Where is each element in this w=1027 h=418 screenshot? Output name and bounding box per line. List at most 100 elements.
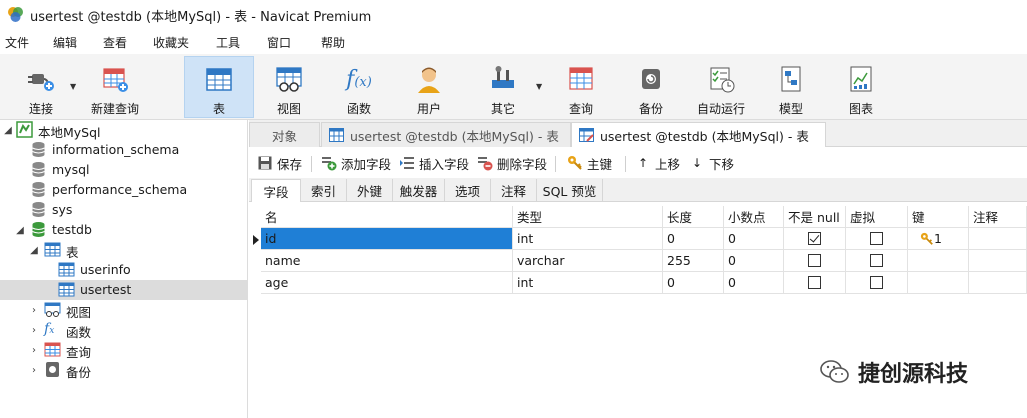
move-down-button[interactable]: ↓ 下移 [689,154,734,172]
menu-favorites[interactable]: 收藏夹 [153,34,189,51]
field-length-cell[interactable]: 0 [663,228,724,250]
virtual-checkbox[interactable] [870,254,883,267]
expand-icon[interactable]: › [28,325,40,336]
field-name-cell[interactable]: name [261,250,513,272]
menu-tools[interactable]: 工具 [216,34,240,51]
column-header-comment[interactable]: 注释 [969,206,1027,228]
field-type-cell[interactable]: int [513,272,663,294]
collapse-icon[interactable]: ◢ [14,225,26,236]
tree-table-usertest[interactable]: usertest [0,280,247,300]
tree-db-sys[interactable]: sys [0,200,247,220]
tree-db-mysql[interactable]: mysql [0,160,247,180]
tab-usertest-1[interactable]: usertest @testdb (本地MySql) - 表 [321,122,571,147]
menu-edit[interactable]: 编辑 [53,34,77,51]
connect-button[interactable]: 连接 [12,56,70,118]
not-null-cell[interactable] [784,272,846,294]
tab-foreign-keys[interactable]: 外键 [347,179,393,202]
menu-view[interactable]: 查看 [103,34,127,51]
tree-table-userinfo[interactable]: userinfo [0,260,247,280]
model-button[interactable]: 模型 [760,56,822,118]
column-header-virtual[interactable]: 虚拟 [846,206,908,228]
column-header-key[interactable]: 键 [908,206,969,228]
tree-views-group[interactable]: › 视图 [0,300,247,320]
tree-queries-group[interactable]: › 查询 [0,340,247,360]
view-icon [44,302,61,317]
save-button[interactable]: 保存 [257,154,302,172]
not-null-checkbox[interactable] [808,276,821,289]
table-button[interactable]: 表 [184,56,254,118]
tab-objects[interactable]: 对象 [249,122,320,147]
not-null-cell[interactable] [784,228,846,250]
add-field-button[interactable]: 添加字段 [321,154,391,172]
virtual-cell[interactable] [846,250,908,272]
comment-cell[interactable] [969,228,1027,250]
field-name-cell[interactable]: id [261,228,513,250]
insert-field-button[interactable]: 插入字段 [399,154,469,172]
tree-db-information-schema[interactable]: information_schema [0,140,247,160]
field-decimals-cell[interactable]: 0 [724,250,784,272]
virtual-cell[interactable] [846,228,908,250]
tree-functions-group[interactable]: › fx 函数 [0,320,247,340]
column-header-not-null[interactable]: 不是 null [784,206,846,228]
field-length-value: 0 [667,231,675,246]
delete-field-button[interactable]: 删除字段 [477,154,547,172]
tab-sql-preview[interactable]: SQL 预览 [537,179,603,202]
tree-backups-group[interactable]: › 备份 [0,360,247,380]
key-cell[interactable] [908,272,969,294]
menu-file[interactable]: 文件 [5,34,29,51]
field-decimals-cell[interactable]: 0 [724,272,784,294]
field-type-cell[interactable]: varchar [513,250,663,272]
field-decimals-cell[interactable]: 0 [724,228,784,250]
menu-help[interactable]: 帮助 [321,34,345,51]
document-tabs: 对象 usertest @testdb (本地MySql) - 表 userte… [249,120,1027,147]
function-button[interactable]: f(x) 函数 [328,56,390,118]
new-query-button[interactable]: 新建查询 [84,56,146,118]
collapse-icon[interactable]: ◢ [2,125,14,136]
query-button[interactable]: 查询 [550,56,612,118]
collapse-icon[interactable]: ◢ [28,245,40,256]
column-header-decimals[interactable]: 小数点 [724,206,784,228]
backup-button[interactable]: 备份 [620,56,682,118]
tab-comment[interactable]: 注释 [491,179,537,202]
field-type-cell[interactable]: int [513,228,663,250]
field-name-cell[interactable]: age [261,272,513,294]
column-header-type[interactable]: 类型 [513,206,663,228]
virtual-cell[interactable] [846,272,908,294]
comment-cell[interactable] [969,250,1027,272]
tab-usertest-1-label: usertest @testdb (本地MySql) - 表 [350,128,559,144]
column-header-length[interactable]: 长度 [663,206,724,228]
not-null-cell[interactable] [784,250,846,272]
connect-dropdown-icon[interactable]: ▼ [70,82,76,91]
tree-tables-group[interactable]: ◢ 表 [0,240,247,260]
move-up-button[interactable]: ↑ 上移 [635,154,680,172]
other-button[interactable]: 其它 [472,56,534,118]
tab-indexes[interactable]: 索引 [301,179,347,202]
tree-connection[interactable]: ◢ 本地MySql [0,120,247,140]
tab-options[interactable]: 选项 [445,179,491,202]
field-length-cell[interactable]: 255 [663,250,724,272]
key-cell[interactable]: 1 [908,228,969,250]
view-button[interactable]: 视图 [258,56,320,118]
other-dropdown-icon[interactable]: ▼ [536,82,542,91]
expand-icon[interactable]: › [28,305,40,316]
tree-db-testdb[interactable]: ◢ testdb [0,220,247,240]
expand-icon[interactable]: › [28,345,40,356]
comment-cell[interactable] [969,272,1027,294]
tab-fields[interactable]: 字段 [251,179,301,202]
primary-key-button[interactable]: 主键 [567,154,612,172]
not-null-checkbox[interactable] [808,232,821,245]
tab-triggers[interactable]: 触发器 [393,179,445,202]
virtual-checkbox[interactable] [870,276,883,289]
menu-window[interactable]: 窗口 [267,34,291,51]
virtual-checkbox[interactable] [870,232,883,245]
tree-db-performance-schema[interactable]: performance_schema [0,180,247,200]
automation-button[interactable]: 自动运行 [688,56,754,118]
tab-usertest-2[interactable]: usertest @testdb (本地MySql) - 表 [571,122,826,147]
expand-icon[interactable]: › [28,365,40,376]
chart-button[interactable]: 图表 [830,56,892,118]
field-length-cell[interactable]: 0 [663,272,724,294]
not-null-checkbox[interactable] [808,254,821,267]
user-button[interactable]: 用户 [398,56,460,118]
column-header-name[interactable]: 名 [261,206,513,228]
key-cell[interactable] [908,250,969,272]
